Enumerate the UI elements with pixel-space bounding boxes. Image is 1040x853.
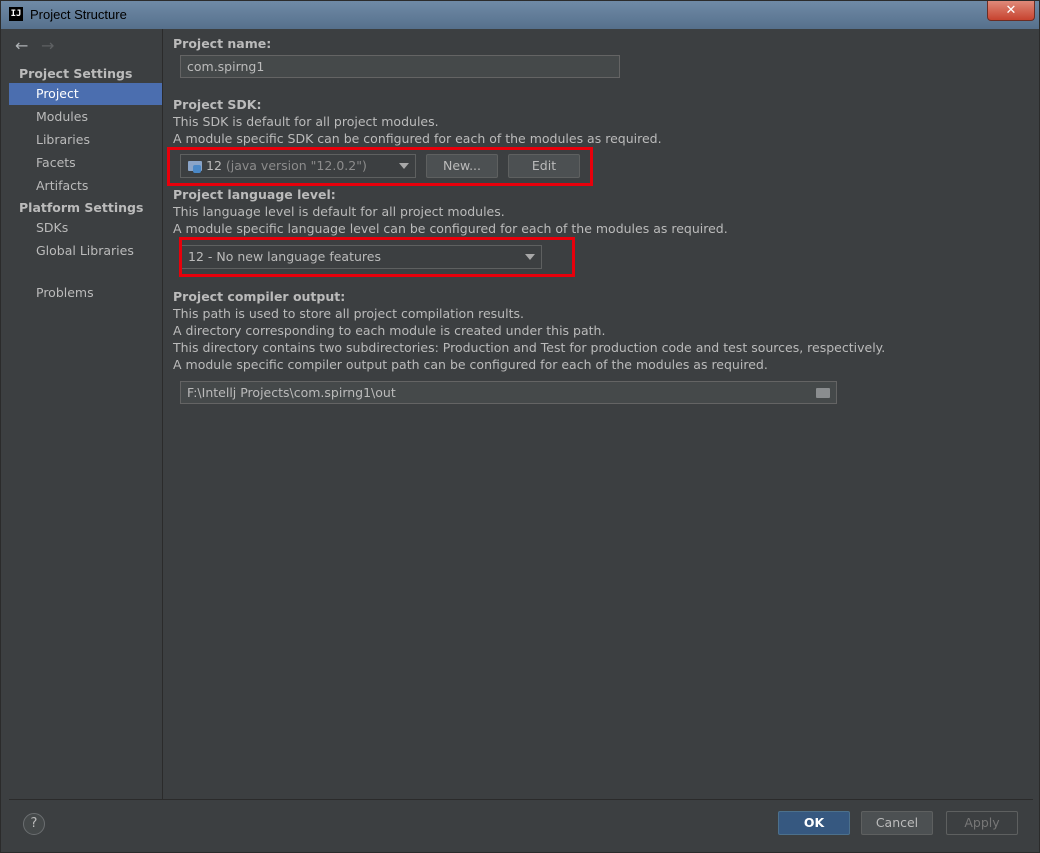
project-sdk-label: Project SDK: — [173, 97, 262, 112]
project-structure-window: IJ Project Structure ✕ ← → Project Setti… — [0, 0, 1040, 853]
forward-arrow-icon[interactable]: → — [41, 36, 54, 55]
language-level-description-1: This language level is default for all p… — [173, 204, 505, 219]
cancel-button[interactable]: Cancel — [861, 811, 933, 835]
language-level-label: Project language level: — [173, 187, 336, 202]
project-settings-header: Project Settings — [19, 66, 133, 81]
intellij-app-icon: IJ — [9, 7, 23, 21]
close-window-button[interactable]: ✕ — [987, 1, 1035, 21]
project-name-input[interactable]: com.spirng1 — [180, 55, 620, 78]
sidebar-item-sdks[interactable]: SDKs — [9, 217, 162, 239]
title-bar[interactable]: IJ Project Structure ✕ — [1, 1, 1039, 29]
close-icon[interactable]: ✕ — [1006, 3, 1017, 18]
sdk-highlight-box — [167, 147, 593, 186]
settings-sidebar: ← → Project Settings Project Modules Lib… — [9, 29, 163, 799]
sidebar-item-project[interactable]: Project — [9, 83, 162, 105]
project-sdk-description-1: This SDK is default for all project modu… — [173, 114, 439, 129]
compiler-output-path: F:\Intellj Projects\com.spirng1\out — [187, 385, 396, 400]
compiler-output-description-2: A directory corresponding to each module… — [173, 323, 606, 338]
compiler-output-description-3: This directory contains two subdirectori… — [173, 340, 886, 355]
compiler-output-description-1: This path is used to store all project c… — [173, 306, 524, 321]
folder-browse-icon[interactable] — [816, 388, 830, 398]
project-name-label: Project name: — [173, 36, 272, 51]
sidebar-item-artifacts[interactable]: Artifacts — [9, 175, 162, 197]
language-level-highlight-box — [179, 237, 575, 277]
project-sdk-description-2: A module specific SDK can be configured … — [173, 131, 662, 146]
language-level-description-2: A module specific language level can be … — [173, 221, 728, 236]
compiler-output-path-input[interactable]: F:\Intellj Projects\com.spirng1\out — [180, 381, 837, 404]
compiler-output-description-4: A module specific compiler output path c… — [173, 357, 768, 372]
ok-button[interactable]: OK — [778, 811, 850, 835]
compiler-output-label: Project compiler output: — [173, 289, 346, 304]
help-button[interactable]: ? — [23, 813, 45, 835]
sidebar-item-libraries[interactable]: Libraries — [9, 129, 162, 151]
project-settings-panel: Project name: com.spirng1 Project SDK: T… — [163, 29, 1033, 799]
sidebar-item-modules[interactable]: Modules — [9, 106, 162, 128]
platform-settings-header: Platform Settings — [19, 200, 144, 215]
back-arrow-icon[interactable]: ← — [15, 36, 28, 55]
window-title: Project Structure — [30, 7, 127, 22]
apply-button[interactable]: Apply — [946, 811, 1018, 835]
dialog-footer: ? OK Cancel Apply — [9, 799, 1033, 850]
sidebar-item-global-libraries[interactable]: Global Libraries — [9, 240, 162, 262]
sidebar-item-problems[interactable]: Problems — [9, 282, 162, 304]
sidebar-item-facets[interactable]: Facets — [9, 152, 162, 174]
